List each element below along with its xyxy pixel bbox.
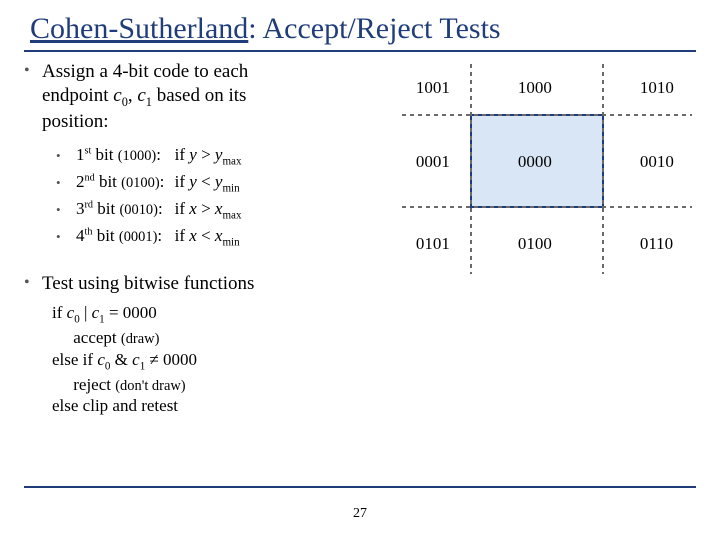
bullet-icon: • bbox=[24, 272, 42, 294]
outcode-diagram: 1001 1000 1010 0001 0000 0010 0101 0100 … bbox=[392, 64, 696, 314]
outcode-label: 0010 bbox=[640, 152, 674, 172]
sub-bullet: • 1st bit (1000): if y > ymax bbox=[56, 144, 245, 169]
grid-vline bbox=[470, 64, 472, 274]
outcode-label: 0110 bbox=[640, 234, 673, 254]
outcode-label: 0000 bbox=[518, 152, 552, 172]
page-number: 27 bbox=[0, 506, 720, 522]
outcode-label: 1010 bbox=[640, 78, 674, 98]
slide-title: Cohen-Sutherland: Accept/Reject Tests bbox=[30, 12, 696, 46]
bullet-assign-l2c: based on its bbox=[152, 85, 246, 106]
grid-hline bbox=[402, 206, 692, 208]
sub-bullet: • 4th bit (0001): if x < xmin bbox=[56, 225, 245, 250]
grid-vline bbox=[602, 64, 604, 274]
bullet-assign-l3: position: bbox=[42, 111, 109, 132]
outcode-label: 0101 bbox=[416, 234, 450, 254]
footer-rule bbox=[24, 486, 696, 488]
bullet-test-text: Test using bitwise functions bbox=[42, 272, 254, 296]
bullet-assign-l1: Assign a 4-bit code to each bbox=[42, 61, 248, 82]
sub-bullets: • 1st bit (1000): if y > ymax • 2nd bit … bbox=[54, 142, 392, 253]
grid-hline bbox=[402, 114, 692, 116]
bullet-icon: • bbox=[24, 60, 42, 82]
outcode-label: 0001 bbox=[416, 152, 450, 172]
title-suffix: : Accept/Reject Tests bbox=[248, 12, 500, 45]
title-prefix: Cohen-Sutherland bbox=[30, 12, 248, 45]
sub-bullet: • 2nd bit (0100): if y < ymin bbox=[56, 171, 245, 196]
bullet-assign: • Assign a 4-bit code to each endpoint c… bbox=[24, 60, 392, 134]
outcode-label: 1001 bbox=[416, 78, 450, 98]
outcode-label: 1000 bbox=[518, 78, 552, 98]
title-rule bbox=[24, 50, 696, 52]
left-column: • Assign a 4-bit code to each endpoint c… bbox=[24, 60, 392, 416]
pseudocode: if c0 | c1 = 0000 accept (draw) else if … bbox=[52, 302, 392, 416]
sub-bullet: • 3rd bit (0010): if x > xmax bbox=[56, 198, 245, 223]
bullet-test: • Test using bitwise functions bbox=[24, 272, 392, 296]
bullet-assign-l2a: endpoint bbox=[42, 85, 113, 106]
outcode-label: 0100 bbox=[518, 234, 552, 254]
